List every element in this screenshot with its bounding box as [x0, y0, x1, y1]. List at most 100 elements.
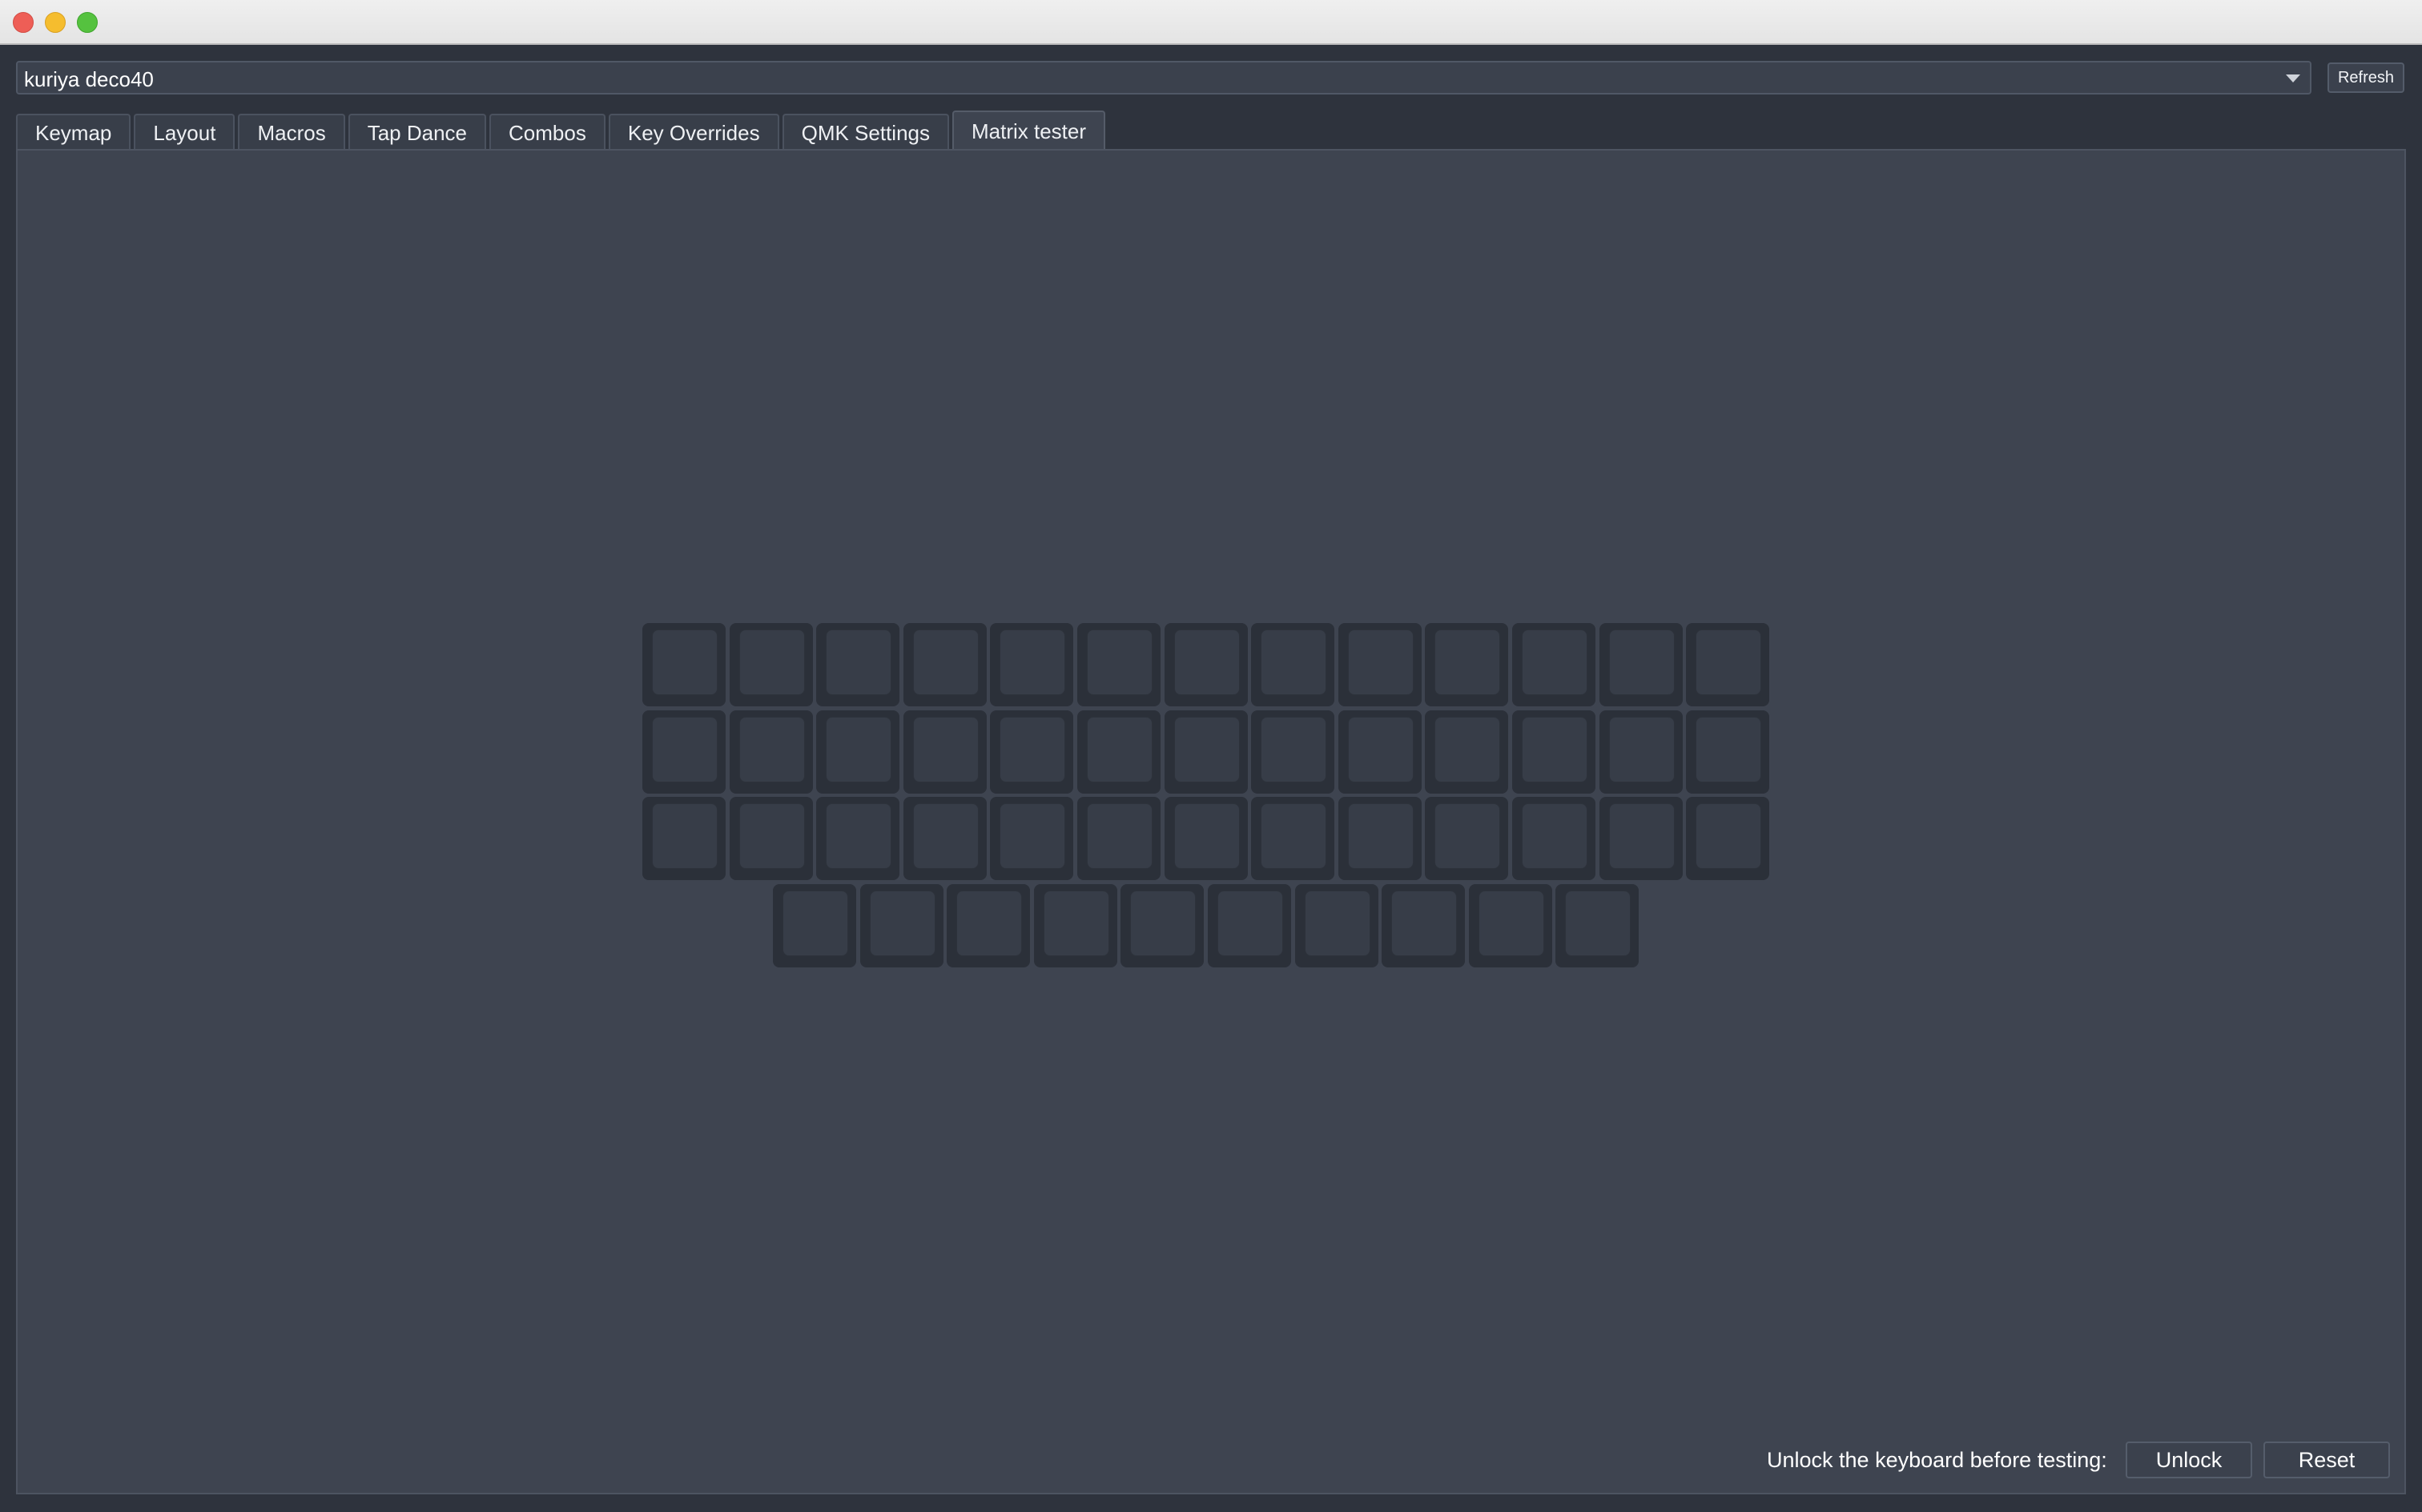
unlock-button[interactable]: Unlock: [2126, 1442, 2252, 1478]
keycap: [1565, 890, 1631, 956]
matrix-key[interactable]: [1120, 883, 1205, 967]
matrix-key[interactable]: [1207, 883, 1291, 967]
keycap: [1522, 716, 1587, 782]
tab-tap-dance[interactable]: Tap Dance: [348, 114, 487, 151]
keycap: [1347, 716, 1414, 782]
matrix-key[interactable]: [1338, 710, 1422, 794]
keycap: [1391, 890, 1458, 956]
keycap: [652, 716, 718, 782]
tab-layout[interactable]: Layout: [134, 114, 235, 151]
matrix-key[interactable]: [816, 623, 900, 706]
tab-matrix-tester[interactable]: Matrix tester: [952, 111, 1106, 151]
keycap: [1261, 716, 1327, 782]
matrix-key[interactable]: [1294, 883, 1378, 967]
matrix-key[interactable]: [642, 710, 726, 794]
matrix-key[interactable]: [1164, 797, 1248, 881]
matrix-key[interactable]: [642, 623, 726, 706]
matrix-key[interactable]: [1425, 710, 1509, 794]
matrix-key[interactable]: [990, 710, 1074, 794]
keycap: [1087, 629, 1153, 695]
keycap: [1000, 629, 1066, 695]
matrix-key[interactable]: [1077, 623, 1161, 706]
matrix-key[interactable]: [729, 797, 813, 881]
matrix-key[interactable]: [1425, 623, 1509, 706]
keycap: [1130, 890, 1197, 956]
matrix-key[interactable]: [903, 623, 987, 706]
tab-key-overrides[interactable]: Key Overrides: [608, 114, 779, 151]
keycap: [826, 803, 892, 870]
matrix-key[interactable]: [859, 883, 943, 967]
matrix-key[interactable]: [903, 710, 987, 794]
refresh-button[interactable]: Refresh: [2327, 62, 2404, 93]
matrix-key[interactable]: [1599, 797, 1683, 881]
maximize-window-button[interactable]: [77, 12, 98, 33]
tab-qmk-settings[interactable]: QMK Settings: [782, 114, 949, 151]
tab-macros[interactable]: Macros: [238, 114, 345, 151]
matrix-key[interactable]: [1164, 623, 1248, 706]
tab-keymap[interactable]: Keymap: [16, 114, 131, 151]
matrix-key[interactable]: [1555, 883, 1639, 967]
keycap: [738, 629, 805, 695]
matrix-key[interactable]: [816, 710, 900, 794]
matrix-key[interactable]: [1077, 710, 1161, 794]
matrix-key[interactable]: [1382, 883, 1466, 967]
matrix-key[interactable]: [729, 623, 813, 706]
matrix-key[interactable]: [1512, 797, 1595, 881]
keycap: [1522, 629, 1587, 695]
keycap: [1522, 803, 1587, 870]
matrix-key[interactable]: [1599, 623, 1683, 706]
keycap: [1434, 803, 1501, 870]
keycap: [826, 716, 892, 782]
minimize-window-button[interactable]: [45, 12, 66, 33]
keycap: [956, 890, 1023, 956]
keycap: [782, 890, 848, 956]
matrix-key[interactable]: [1251, 710, 1335, 794]
matrix-key[interactable]: [1251, 797, 1335, 881]
tab-bar: Keymap Layout Macros Tap Dance Combos Ke…: [16, 111, 1108, 151]
keycap: [912, 803, 979, 870]
matrix-key[interactable]: [990, 623, 1074, 706]
matrix-key[interactable]: [729, 710, 813, 794]
matrix-key[interactable]: [1251, 623, 1335, 706]
matrix-key[interactable]: [1033, 883, 1117, 967]
matrix-key[interactable]: [816, 797, 900, 881]
app-window: kuriya deco40 Refresh Keymap Layout Macr…: [0, 0, 2422, 1512]
matrix-key[interactable]: [1599, 710, 1683, 794]
matrix-key[interactable]: [1686, 797, 1770, 881]
keycap: [912, 716, 979, 782]
matrix-key[interactable]: [1512, 623, 1595, 706]
keycap: [1434, 716, 1501, 782]
matrix-key[interactable]: [947, 883, 1031, 967]
keycap: [1696, 716, 1762, 782]
matrix-key[interactable]: [1077, 797, 1161, 881]
matrix-key[interactable]: [642, 797, 726, 881]
keycap: [912, 629, 979, 695]
keycap: [738, 716, 805, 782]
matrix-key[interactable]: [772, 883, 856, 967]
keycap: [1434, 629, 1501, 695]
keycap: [826, 629, 892, 695]
tab-combos[interactable]: Combos: [489, 114, 606, 151]
keycap: [869, 890, 935, 956]
matrix-key[interactable]: [1338, 797, 1422, 881]
keycap: [1261, 803, 1327, 870]
matrix-key[interactable]: [903, 797, 987, 881]
matrix-key[interactable]: [1425, 797, 1509, 881]
keycap: [738, 803, 805, 870]
unlock-message: Unlock the keyboard before testing:: [1767, 1448, 2107, 1472]
reset-button[interactable]: Reset: [2263, 1442, 2390, 1478]
matrix-key[interactable]: [1686, 710, 1770, 794]
keycap: [1000, 716, 1066, 782]
device-select[interactable]: kuriya deco40: [16, 61, 2311, 94]
keycap: [1217, 890, 1283, 956]
matrix-key[interactable]: [990, 797, 1074, 881]
keycap: [1608, 716, 1675, 782]
matrix-key[interactable]: [1164, 710, 1248, 794]
matrix-key[interactable]: [1338, 623, 1422, 706]
title-bar: [0, 0, 2422, 45]
chevron-down-icon: [2286, 74, 2300, 82]
matrix-key[interactable]: [1512, 710, 1595, 794]
matrix-key[interactable]: [1468, 883, 1552, 967]
close-window-button[interactable]: [13, 12, 34, 33]
matrix-key[interactable]: [1686, 623, 1770, 706]
